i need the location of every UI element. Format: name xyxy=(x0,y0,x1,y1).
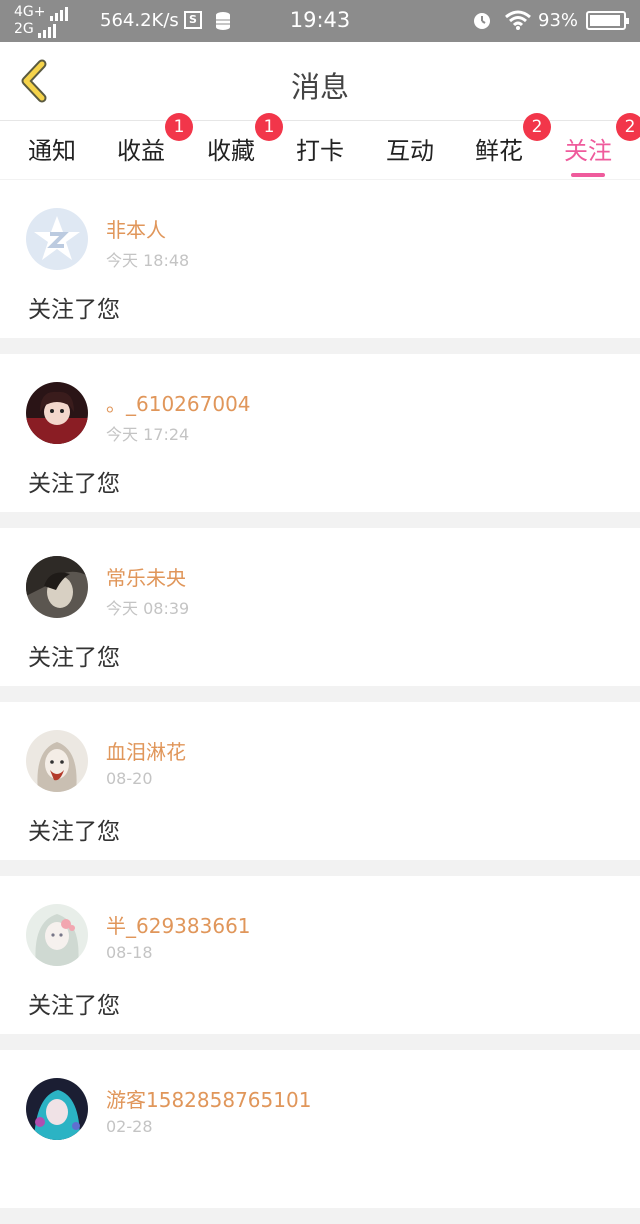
avatar[interactable] xyxy=(26,556,88,618)
list-item[interactable]: 血泪淋花 08-20 关注了您 xyxy=(0,702,640,860)
user-name[interactable]: 。_610267004 xyxy=(106,388,251,417)
tab-label: 鲜花 xyxy=(475,137,523,165)
user-name[interactable]: 游客1582858765101 xyxy=(106,1084,311,1113)
notification-message: 关注了您 xyxy=(28,819,120,845)
alarm-icon xyxy=(474,13,490,29)
tab-interaction[interactable]: 互动 xyxy=(370,131,450,177)
timestamp: 08-18 xyxy=(106,943,153,962)
notification-message: 关注了您 xyxy=(28,297,120,323)
tab-notice[interactable]: 通知 xyxy=(12,131,92,177)
tab-earnings[interactable]: 收益 1 xyxy=(101,113,193,177)
notification-list: 非本人 今天 18:48 关注了您 。_610267004 今天 17:24 关… xyxy=(0,180,640,1224)
timestamp: 02-28 xyxy=(106,1117,153,1136)
user-name[interactable]: 血泪淋花 xyxy=(106,736,186,765)
timestamp: 08-20 xyxy=(106,769,153,788)
page-title: 消息 xyxy=(290,70,349,104)
tab-label: 收益 xyxy=(117,137,165,165)
tab-follow[interactable]: 关注 2 xyxy=(548,113,640,177)
notification-message: 关注了您 xyxy=(28,471,120,497)
header: 消息 xyxy=(0,42,640,121)
tab-label: 收藏 xyxy=(207,137,255,165)
tab-label: 打卡 xyxy=(296,137,344,165)
tab-bar: 通知 收益 1 收藏 1 打卡 互动 鲜花 2 关注 2 xyxy=(0,113,640,179)
timestamp: 今天 18:48 xyxy=(106,251,190,270)
unread-badge: 2 xyxy=(616,113,640,141)
list-item[interactable]: 。_610267004 今天 17:24 关注了您 xyxy=(0,354,640,512)
status-bar: 4G+ 2G 564.2K/s S 19:43 93% xyxy=(0,0,640,42)
avatar[interactable] xyxy=(26,1078,88,1140)
battery-icon xyxy=(586,11,629,30)
default-avatar-icon xyxy=(26,208,88,270)
tab-flowers[interactable]: 鲜花 2 xyxy=(459,113,551,177)
unread-badge: 2 xyxy=(523,113,551,141)
tab-label: 通知 xyxy=(28,137,76,165)
tab-favorites[interactable]: 收藏 1 xyxy=(191,113,283,177)
battery-percent: 93% xyxy=(538,10,579,31)
tab-label: 互动 xyxy=(386,137,434,165)
wifi-icon xyxy=(505,10,531,30)
timestamp: 今天 08:39 xyxy=(106,599,190,618)
list-item[interactable]: 半_629383661 08-18 关注了您 xyxy=(0,876,640,1034)
user-name[interactable]: 非本人 xyxy=(106,214,166,243)
avatar[interactable] xyxy=(26,382,88,444)
avatar[interactable] xyxy=(26,730,88,792)
user-name[interactable]: 常乐未央 xyxy=(106,562,186,591)
notification-message: 关注了您 xyxy=(28,645,120,671)
active-tab-indicator xyxy=(571,173,605,177)
unread-badge: 1 xyxy=(165,113,193,141)
tab-checkin[interactable]: 打卡 xyxy=(280,131,360,177)
avatar[interactable] xyxy=(26,904,88,966)
unread-badge: 1 xyxy=(255,113,283,141)
user-name[interactable]: 半_629383661 xyxy=(106,910,251,939)
notification-message: 关注了您 xyxy=(28,993,120,1019)
battery-level xyxy=(590,15,620,26)
list-item[interactable]: 游客1582858765101 02-28 xyxy=(0,1050,640,1208)
list-item[interactable]: 非本人 今天 18:48 关注了您 xyxy=(0,180,640,338)
list-item[interactable]: 常乐未央 今天 08:39 关注了您 xyxy=(0,528,640,686)
tab-label: 关注 xyxy=(564,137,612,165)
timestamp: 今天 17:24 xyxy=(106,425,190,444)
